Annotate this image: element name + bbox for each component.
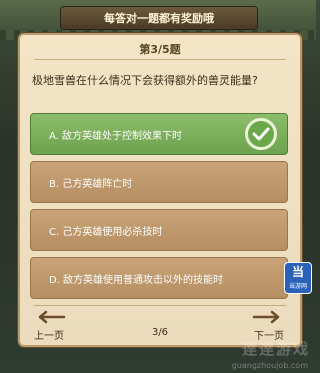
badge-sub: 当游网	[288, 283, 307, 290]
option-b[interactable]: B. 己方英雄阵亡时	[30, 161, 288, 203]
watermark-brand: 逹逹游戏	[241, 340, 310, 358]
option-b-label: B. 己方英雄阵亡时	[49, 178, 133, 190]
divider	[34, 59, 286, 60]
watermark-url: guangzhoujob.com	[231, 361, 308, 370]
reward-banner: 每答对一题都有奖励哦	[60, 6, 258, 30]
check-mark-icon	[245, 118, 277, 150]
arrow-left-icon[interactable]	[32, 310, 66, 324]
option-a-label: A. 敌方英雄处于控制效果下时	[49, 130, 183, 142]
option-c-label: C. 己方英雄使用必杀技时	[49, 226, 163, 238]
site-badge: 当 当游网	[284, 262, 312, 294]
arrow-right-icon[interactable]	[252, 310, 286, 324]
option-d-label: D. 敌方英雄使用普通攻击以外的技能时	[49, 274, 224, 286]
question-number: 第3/5题	[139, 43, 181, 56]
option-d[interactable]: D. 敌方英雄使用普通攻击以外的技能时	[30, 257, 288, 299]
option-a[interactable]: A. 敌方英雄处于控制效果下时	[30, 113, 288, 155]
badge-main: 当	[291, 265, 304, 279]
option-c[interactable]: C. 己方英雄使用必杀技时	[30, 209, 288, 251]
quiz-panel: 第3/5题 极地雪兽在什么情况下会获得额外的兽灵能量? A. 敌方英雄处于控制效…	[18, 33, 302, 347]
question-text: 极地雪兽在什么情况下会获得额外的兽灵能量?	[32, 74, 258, 87]
footer-divider	[34, 305, 286, 306]
